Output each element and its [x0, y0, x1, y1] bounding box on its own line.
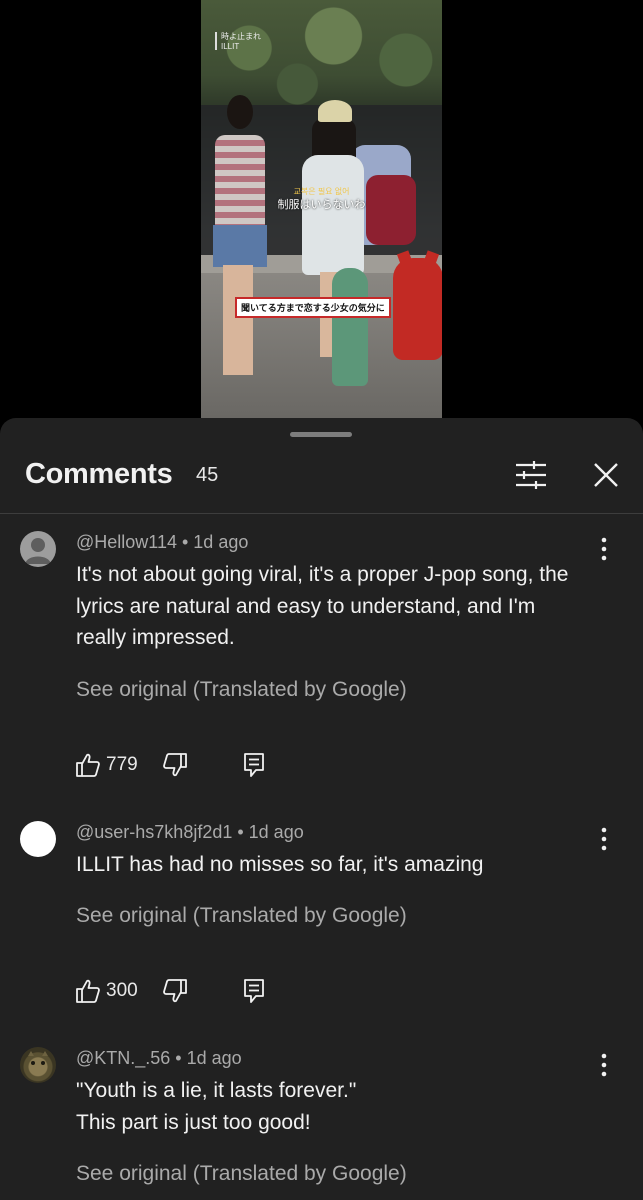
dislike-icon[interactable]: [163, 978, 187, 1004]
header-divider: [0, 513, 643, 514]
comments-count: 45: [196, 464, 219, 486]
like-icon[interactable]: [76, 752, 100, 778]
drag-handle[interactable]: [290, 432, 352, 437]
avatar[interactable]: [20, 1047, 56, 1083]
more-vert-icon[interactable]: [594, 1052, 614, 1078]
see-original-link[interactable]: See original (Translated by Google): [76, 678, 407, 702]
comment-meta: @Hellow114 • 1d ago: [76, 532, 249, 552]
comment-text-line: It's not about going viral, it's a prope…: [76, 563, 569, 586]
avatar[interactable]: [20, 821, 56, 857]
comment-text-line: lyrics are natural and easy to understan…: [76, 594, 536, 618]
default-avatar-icon: [25, 538, 51, 564]
video-title-overlay: 時よ止まれ ILLIT: [215, 32, 261, 52]
video-person-left: [209, 95, 271, 380]
sliders-icon[interactable]: [514, 460, 548, 490]
like-icon[interactable]: [76, 978, 100, 1004]
comment-text-line: This part is just too good!: [76, 1110, 311, 1134]
comments-title: Comments: [25, 458, 173, 490]
comment-meta: @KTN._.56 • 1d ago: [76, 1048, 242, 1068]
video-boxed-caption: 聞いてる方まで恋する少女の気分に: [235, 297, 391, 318]
dislike-icon[interactable]: [163, 752, 187, 778]
avatar[interactable]: [20, 531, 56, 567]
video-song-title: 時よ止まれ: [221, 32, 261, 41]
like-count: 779: [106, 754, 138, 775]
comment-text: It's not about going viral, it's a prope…: [76, 559, 596, 654]
video-frame[interactable]: 時よ止まれ ILLIT 교복은 필요 없어 制服はいらないわ 聞いてる方まで恋す…: [201, 0, 442, 418]
close-icon[interactable]: [591, 460, 621, 490]
like-count: 300: [106, 980, 138, 1001]
comment-text-line: "Youth is a lie, it lasts forever.": [76, 1079, 357, 1102]
more-vert-icon[interactable]: [594, 826, 614, 852]
see-original-link[interactable]: See original (Translated by Google): [76, 1162, 407, 1186]
comments-panel: Comments 45 @Hellow114 • 1d ago It's not…: [0, 418, 643, 1200]
more-vert-icon[interactable]: [594, 536, 614, 562]
comment-text-line: really impressed.: [76, 626, 235, 649]
see-original-link[interactable]: See original (Translated by Google): [76, 904, 407, 928]
comment-text: ILLIT has had no misses so far, it's ama…: [76, 849, 596, 881]
comments-header: Comments 45: [0, 446, 643, 514]
video-red-cat-statue: [393, 258, 442, 360]
video-green-post: [332, 268, 368, 386]
reply-icon[interactable]: [242, 752, 266, 778]
video-subtitle-japanese: 制服はいらないわ: [277, 198, 366, 211]
comment-text-line: ILLIT has had no misses so far, it's ama…: [76, 853, 484, 876]
video-artist: ILLIT: [221, 42, 240, 51]
video-player-area[interactable]: 時よ止まれ ILLIT 교복은 필요 없어 制服はいらないわ 聞いてる方まで恋す…: [0, 0, 643, 418]
animal-avatar-icon: [28, 1051, 48, 1065]
reply-icon[interactable]: [242, 978, 266, 1004]
comment-text: "Youth is a lie, it lasts forever." This…: [76, 1075, 596, 1138]
comment-meta: @user-hs7kh8jf2d1 • 1d ago: [76, 822, 304, 842]
